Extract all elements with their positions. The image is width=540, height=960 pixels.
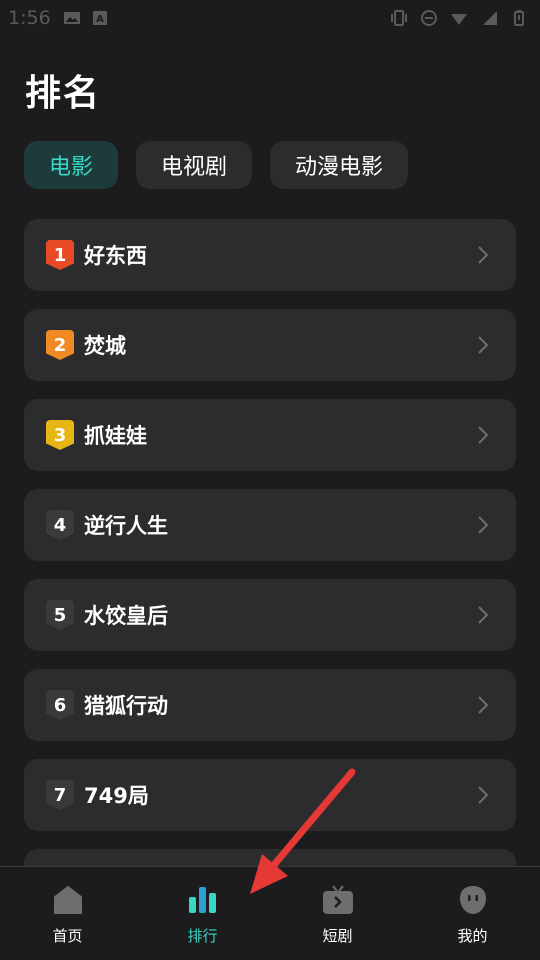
- bottom-nav: 首页 排行 短剧 我的: [0, 866, 540, 960]
- chevron-right-icon: [478, 516, 489, 534]
- status-bar: 1:56 A: [0, 0, 540, 36]
- nav-short-drama-label: 短剧: [322, 927, 353, 945]
- chevron-right-icon: [478, 786, 489, 804]
- chevron-right-icon: [478, 696, 489, 714]
- home-icon: [53, 886, 82, 914]
- page-title: 排名: [25, 73, 102, 114]
- rank-badge: 2: [46, 330, 74, 360]
- tab-movies[interactable]: 电影: [24, 141, 119, 189]
- ranking-item-4[interactable]: 4 逆行人生: [24, 489, 516, 561]
- ranking-screen: 1:56 A 排名 电影 电视剧 动漫电影 1 好东西 2 焚城 3 抓娃娃 4…: [0, 0, 540, 960]
- chevron-right-icon: [478, 246, 489, 264]
- rank-badge: 4: [46, 510, 74, 540]
- rank-title: 水饺皇后: [84, 604, 168, 628]
- profile-icon: [459, 886, 486, 914]
- tab-anime-movies[interactable]: 动漫电影: [270, 141, 409, 189]
- nav-short-drama[interactable]: 短剧: [270, 867, 405, 960]
- rank-title: 逆行人生: [84, 514, 168, 538]
- ranking-item-7[interactable]: 7 749局: [24, 759, 516, 831]
- svg-text:A: A: [96, 14, 104, 25]
- gallery-notification-icon: [63, 12, 80, 24]
- nav-profile-label: 我的: [457, 927, 488, 945]
- battery-icon: [514, 10, 524, 26]
- category-tabs: 电影 电视剧 动漫电影: [24, 141, 409, 189]
- nav-home-label: 首页: [52, 927, 83, 945]
- ranking-icon: [188, 887, 216, 913]
- nav-home[interactable]: 首页: [0, 867, 135, 960]
- nav-ranking[interactable]: 排行: [135, 867, 270, 960]
- rank-title: 抓娃娃: [84, 424, 147, 448]
- app-notification-icon: A: [92, 11, 107, 25]
- ranking-item-3[interactable]: 3 抓娃娃: [24, 399, 516, 471]
- vibrate-icon: [391, 10, 407, 26]
- signal-icon: [483, 11, 497, 25]
- rank-title: 749局: [84, 784, 149, 808]
- ranking-list: 1 好东西 2 焚城 3 抓娃娃 4 逆行人生 5 水饺皇后 6 猎狐行动 7 …: [24, 219, 516, 939]
- ranking-item-1[interactable]: 1 好东西: [24, 219, 516, 291]
- rank-badge: 7: [46, 780, 74, 810]
- nav-profile[interactable]: 我的: [405, 867, 540, 960]
- rank-title: 猎狐行动: [84, 694, 168, 718]
- tab-tv-series[interactable]: 电视剧: [136, 141, 253, 189]
- ranking-item-6[interactable]: 6 猎狐行动: [24, 669, 516, 741]
- chevron-right-icon: [478, 606, 489, 624]
- tv-icon: [322, 885, 353, 914]
- status-time: 1:56: [8, 7, 51, 29]
- ranking-item-2[interactable]: 2 焚城: [24, 309, 516, 381]
- rank-title: 焚城: [84, 334, 126, 358]
- wifi-icon: [451, 14, 467, 25]
- do-not-disturb-icon: [421, 10, 437, 26]
- rank-badge: 1: [46, 240, 74, 270]
- rank-badge: 6: [46, 690, 74, 720]
- rank-badge: 3: [46, 420, 74, 450]
- chevron-right-icon: [478, 336, 489, 354]
- chevron-right-icon: [478, 426, 489, 444]
- nav-ranking-label: 排行: [187, 927, 218, 945]
- rank-title: 好东西: [84, 244, 147, 268]
- ranking-item-5[interactable]: 5 水饺皇后: [24, 579, 516, 651]
- rank-badge: 5: [46, 600, 74, 630]
